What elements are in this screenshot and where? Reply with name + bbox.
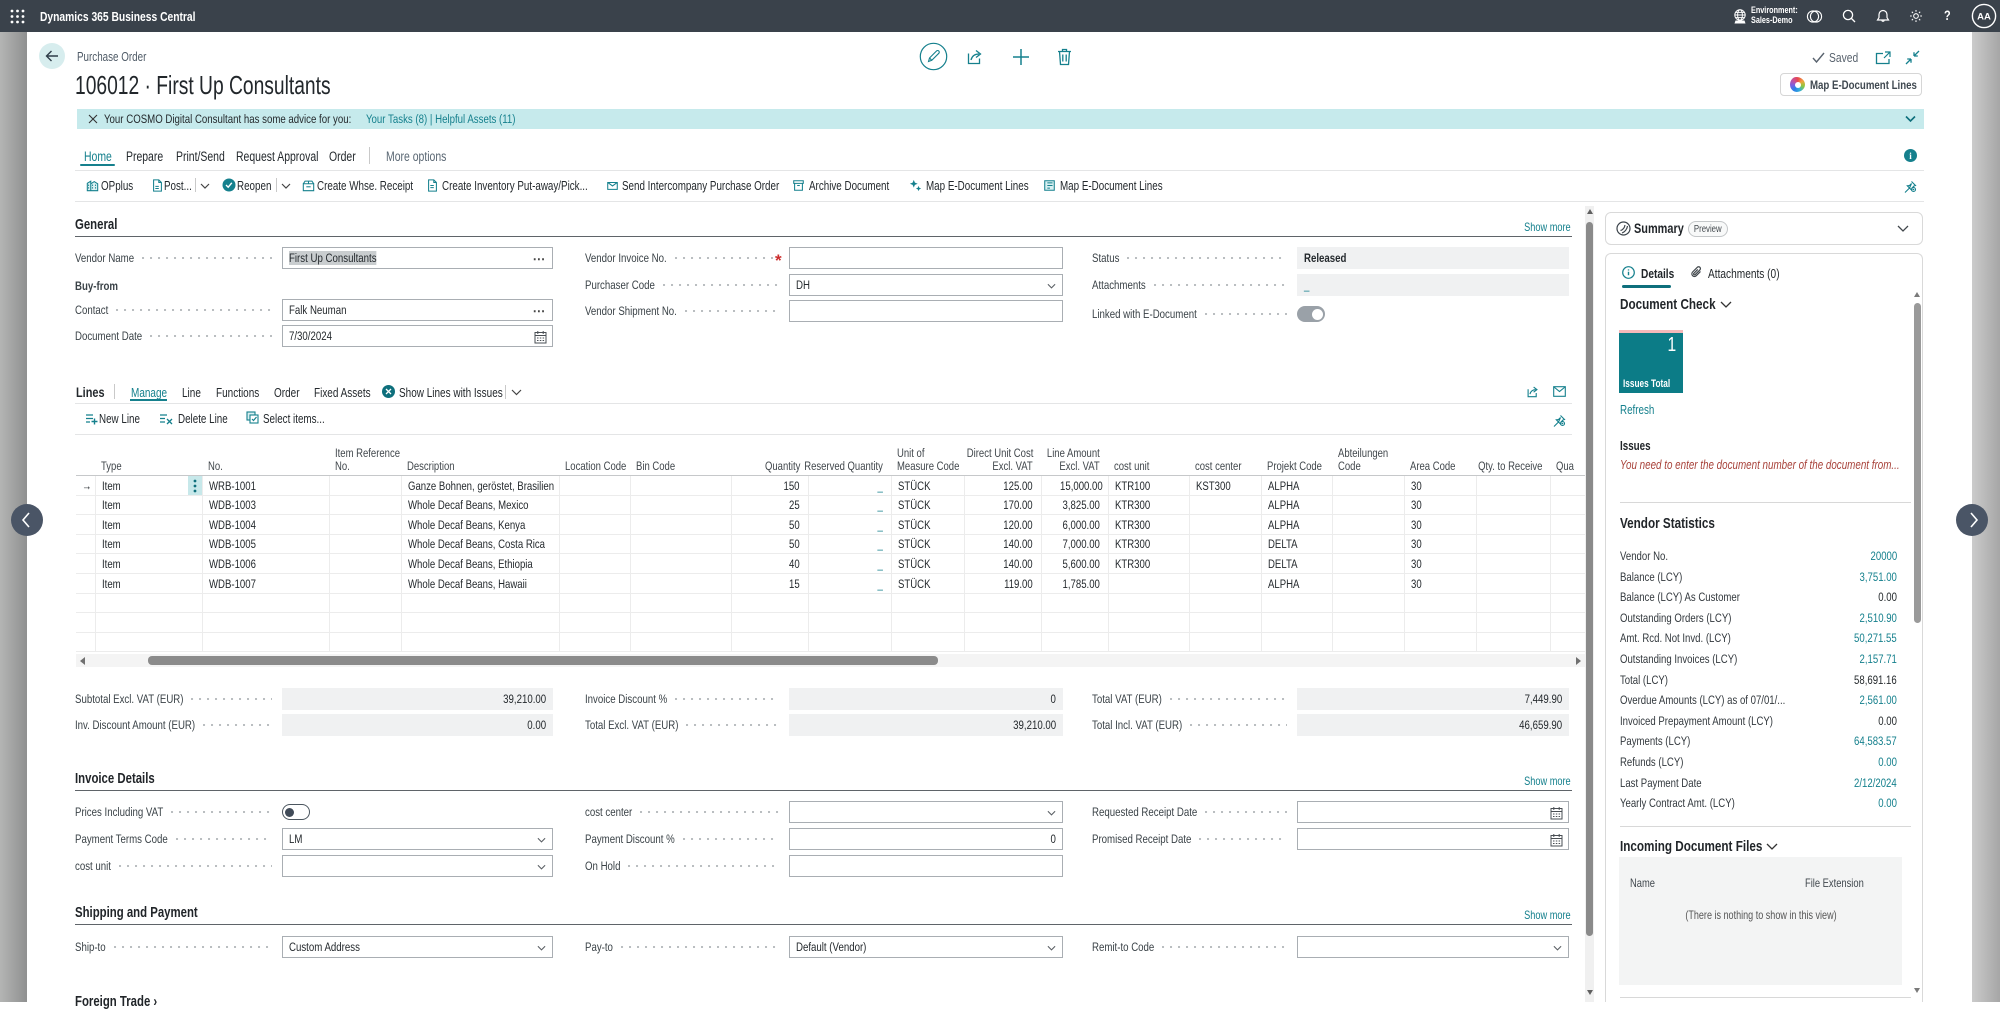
svg-text:AA: AA: [1977, 12, 1991, 23]
